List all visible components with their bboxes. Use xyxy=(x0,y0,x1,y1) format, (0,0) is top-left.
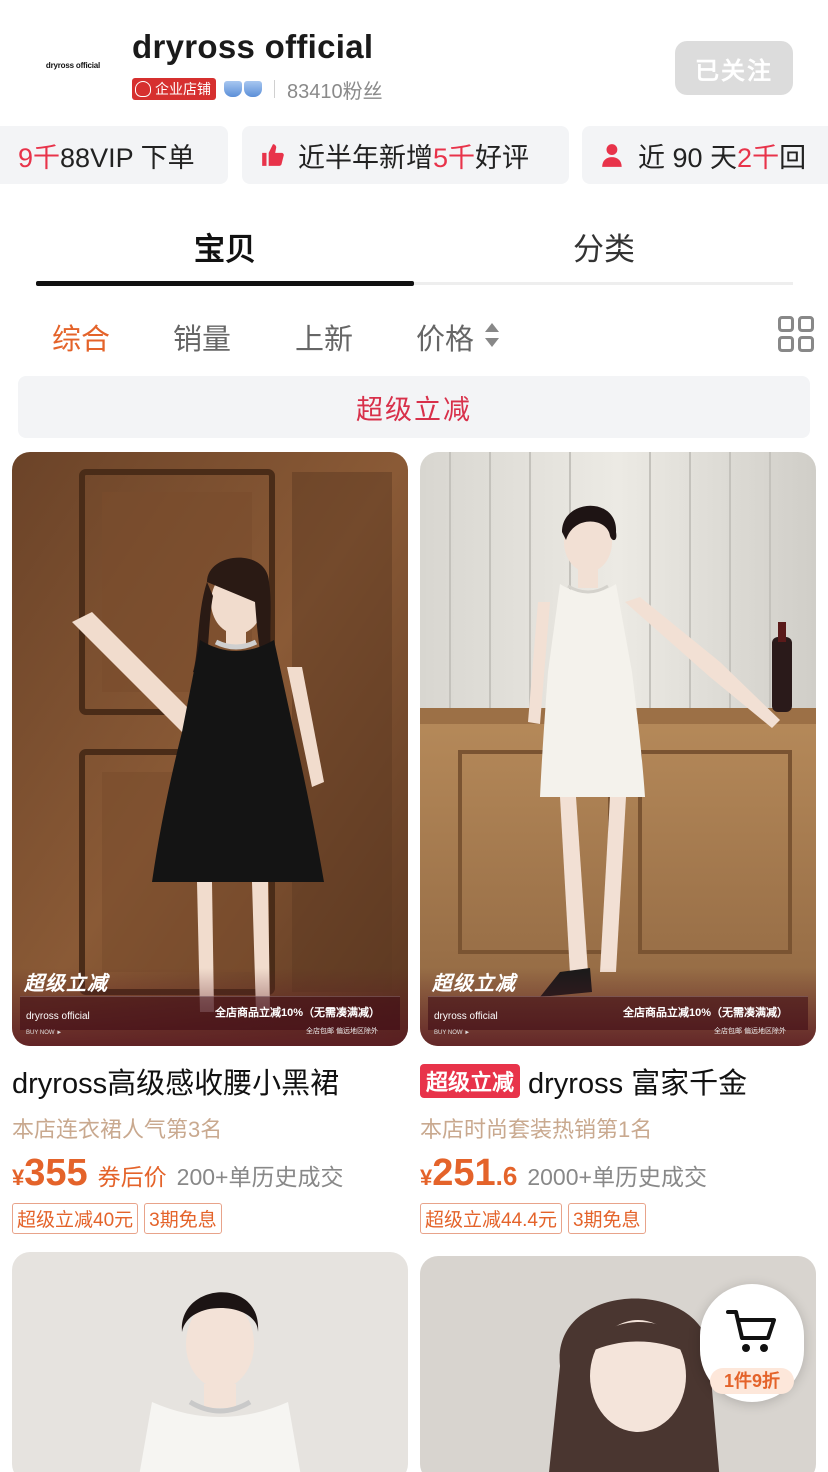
store-stats: 9千 88VIP 下单 近半年新增 5千 好评 近 90 天 2千 回 xyxy=(0,126,828,186)
tab-indicator xyxy=(36,281,414,286)
product-image[interactable]: 超级立减 dryross official BUY NOW ► 全店商品立减10… xyxy=(420,452,816,1046)
tab-categories[interactable]: 分类 xyxy=(415,224,793,269)
fans-count: 83410粉丝 xyxy=(287,80,383,103)
price-row: ¥ 251 .6 2000+单历史成交 xyxy=(420,1152,707,1194)
sold-count: 2000+单历史成交 xyxy=(527,1164,707,1190)
sort-arrows-icon xyxy=(485,323,499,347)
product-image[interactable] xyxy=(12,1252,408,1472)
overlay-title: 超级立减 xyxy=(432,973,516,995)
sort-new[interactable]: 上新 xyxy=(295,316,353,358)
stat-chip-repurchase[interactable]: 近 90 天 2千 回 xyxy=(582,126,828,184)
shield-icon xyxy=(135,81,151,97)
store-meta: 企业店铺 83410粉丝 xyxy=(132,76,383,103)
discount-badge: 超级立减40元 xyxy=(12,1203,139,1234)
discount-badge: 超级立减44.4元 xyxy=(420,1203,562,1234)
product-rank[interactable]: 本店连衣裙人气第3名 xyxy=(12,1112,408,1144)
grid-view-icon[interactable] xyxy=(778,316,814,352)
sort-sales[interactable]: 销量 xyxy=(173,316,231,358)
overlay-title: 超级立减 xyxy=(24,973,108,995)
person-icon xyxy=(602,144,622,167)
enterprise-badge: 企业店铺 xyxy=(132,78,216,100)
overlay-text: 全店商品立减10%（无需凑满减） xyxy=(214,1007,380,1019)
super-discount-tag: 超级立减 xyxy=(420,1064,521,1098)
overlay-text: 全店商品立减10%（无需凑满减） xyxy=(622,1007,788,1019)
store-name[interactable]: dryross official xyxy=(132,28,373,66)
product-photo-white-dress xyxy=(420,452,816,1046)
sort-price[interactable]: 价格 xyxy=(416,316,474,358)
price: 251 xyxy=(432,1152,496,1194)
product-rank[interactable]: 本店时尚套装热销第1名 xyxy=(420,1112,816,1144)
overlay-sub: 全店包邮 偏远地区除外 xyxy=(714,1028,786,1035)
price-row: ¥ 355 券后价 200+单历史成交 xyxy=(12,1152,344,1194)
product-title[interactable]: dryross高级感收腰小黑裙 xyxy=(12,1060,408,1102)
overlay-buy: BUY NOW ► xyxy=(434,1030,471,1036)
follow-button[interactable]: 已关注 xyxy=(675,41,793,95)
cart-discount-label: 1件9折 xyxy=(710,1368,794,1394)
product-card[interactable]: 超级立减 dryross official BUY NOW ► 全店商品立减10… xyxy=(12,452,408,1234)
product-card[interactable] xyxy=(12,1252,408,1472)
product-title[interactable]: 超级立减 dryross 富家千金 xyxy=(420,1060,816,1102)
crown-rating xyxy=(224,81,262,97)
cart-icon xyxy=(726,1310,776,1352)
crown-icon xyxy=(224,81,242,97)
promo-banner[interactable]: 超级立减 xyxy=(18,376,810,438)
overlay-brand: dryross official xyxy=(26,1011,90,1022)
stat-chip-vip[interactable]: 9千 88VIP 下单 xyxy=(0,126,228,184)
price: 355 xyxy=(24,1152,88,1194)
divider xyxy=(274,80,275,98)
product-photo-black-dress xyxy=(12,452,408,1046)
after-coupon-label: 券后价 xyxy=(97,1164,167,1190)
installment-badge: 3期免息 xyxy=(144,1203,222,1234)
overlay-brand: dryross official xyxy=(434,1011,498,1022)
product-card[interactable]: 超级立减 dryross official BUY NOW ► 全店商品立减10… xyxy=(420,452,816,1234)
stat-chip-reviews[interactable]: 近半年新增 5千 好评 xyxy=(242,126,569,184)
promo-badges: 超级立减40元 3期免息 xyxy=(12,1203,408,1234)
sold-count: 200+单历史成交 xyxy=(176,1164,344,1190)
tab-bar: 宝贝 分类 xyxy=(36,210,793,288)
price-decimal: .6 xyxy=(495,1161,518,1191)
store-logo[interactable]: dryross official xyxy=(24,32,122,98)
overlay-buy: BUY NOW ► xyxy=(26,1030,63,1036)
promo-badges: 超级立减44.4元 3期免息 xyxy=(420,1203,816,1234)
installment-badge: 3期免息 xyxy=(567,1203,646,1234)
crown-icon xyxy=(244,81,262,97)
overlay-sub: 全店包邮 偏远地区除外 xyxy=(306,1028,378,1035)
sort-overall[interactable]: 综合 xyxy=(52,316,110,358)
product-image[interactable]: 超级立减 dryross official BUY NOW ► 全店商品立减10… xyxy=(12,452,408,1046)
store-header: dryross official dryross official 企业店铺 8… xyxy=(0,0,828,120)
sort-bar: 综合 销量 上新 价格 xyxy=(0,308,828,364)
floating-cart[interactable]: 1件9折 xyxy=(700,1284,804,1402)
product-photo-model xyxy=(12,1252,408,1472)
thumbs-up-icon xyxy=(262,144,284,166)
tab-products[interactable]: 宝贝 xyxy=(36,224,414,269)
